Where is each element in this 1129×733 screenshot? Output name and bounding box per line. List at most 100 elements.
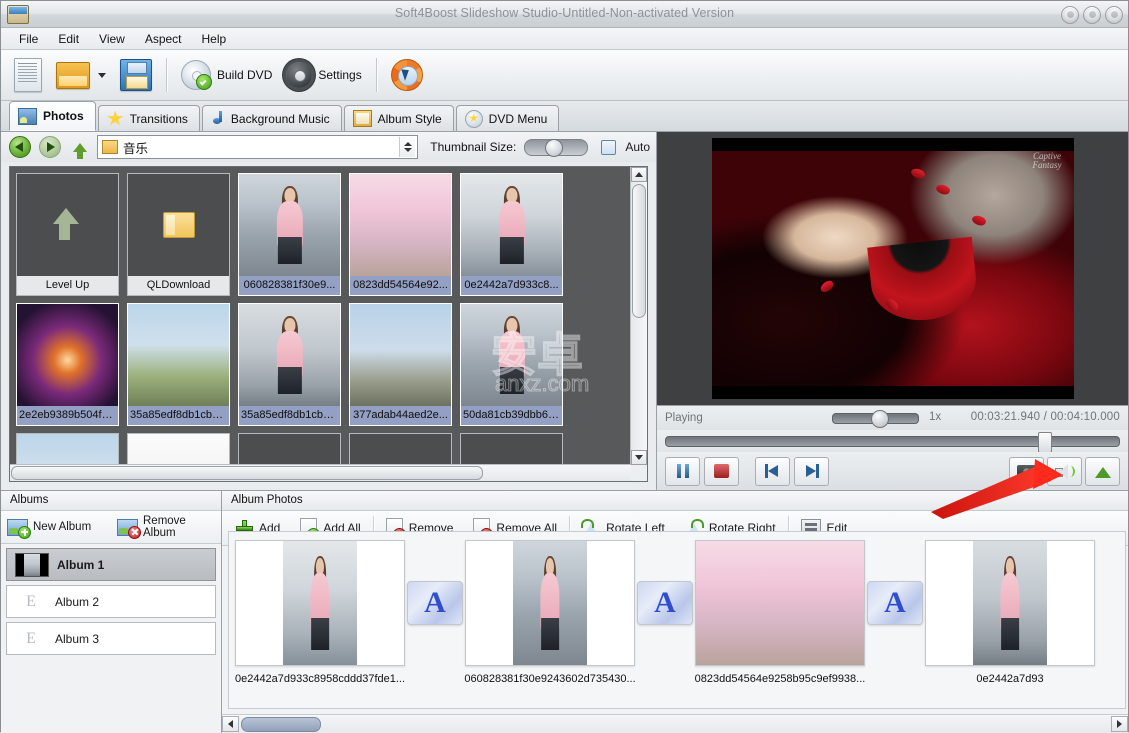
back-button[interactable] bbox=[7, 135, 33, 159]
scrollbar-thumb[interactable] bbox=[632, 184, 646, 318]
file-cell-image[interactable] bbox=[238, 433, 341, 465]
tab-photos-label: Photos bbox=[43, 109, 84, 123]
file-cell-image[interactable]: 35a85edf8db1cb1... bbox=[238, 303, 341, 426]
tab-album-style[interactable]: Album Style bbox=[343, 105, 454, 131]
auto-checkbox[interactable] bbox=[601, 139, 617, 155]
transition-icon[interactable]: A bbox=[637, 581, 693, 625]
chevron-down-icon[interactable] bbox=[98, 72, 106, 78]
album-label: Album 2 bbox=[55, 594, 100, 609]
grid-vertical-scrollbar[interactable] bbox=[630, 167, 647, 465]
save-project-button[interactable] bbox=[113, 54, 159, 96]
file-cell-image[interactable]: 0823dd54564e92... bbox=[349, 173, 452, 296]
eject-button[interactable] bbox=[1085, 457, 1120, 486]
file-cell-image[interactable]: 35a85edf8db1cb1... bbox=[127, 303, 230, 426]
new-album-label: New Album bbox=[33, 521, 92, 533]
file-cell-level-up[interactable]: Level Up bbox=[16, 173, 119, 296]
slide-item[interactable]: 060828381f30e9243602d735430... bbox=[464, 540, 636, 685]
camera-icon bbox=[1017, 464, 1036, 479]
file-cell-image[interactable]: 060828381f30e9... bbox=[238, 173, 341, 296]
album-item-3[interactable]: E Album 3 bbox=[6, 622, 216, 655]
help-button[interactable] bbox=[384, 54, 430, 96]
file-cell-image[interactable] bbox=[460, 433, 563, 465]
album-item-2[interactable]: E Album 2 bbox=[6, 585, 216, 618]
playback-speed-slider[interactable] bbox=[832, 410, 919, 428]
file-cell-image[interactable]: 2e2eb9389b504fc... bbox=[16, 303, 119, 426]
snapshot-button[interactable] bbox=[1009, 457, 1044, 486]
tab-dvd-menu[interactable]: DVD Menu bbox=[455, 105, 560, 131]
player-status: Playing bbox=[665, 412, 703, 424]
forward-button[interactable] bbox=[37, 135, 63, 159]
slide-item[interactable]: 0e2442a7d933c8958cddd37fde1... bbox=[235, 540, 405, 685]
close-button[interactable] bbox=[1105, 6, 1123, 24]
scroll-up-button[interactable] bbox=[631, 167, 647, 182]
thumbnail-image bbox=[350, 434, 451, 465]
file-cell-image[interactable]: 377adab44aed2e... bbox=[349, 303, 452, 426]
scrollbar-track[interactable] bbox=[239, 716, 1111, 732]
slide-name: 0e2442a7d933c8958cddd37fde1... bbox=[234, 673, 406, 685]
next-button[interactable] bbox=[794, 456, 829, 486]
build-dvd-label: Build DVD bbox=[217, 68, 273, 82]
build-dvd-button[interactable]: Build DVD bbox=[174, 54, 279, 96]
file-cell-image[interactable] bbox=[127, 433, 230, 465]
scroll-right-button[interactable] bbox=[1111, 716, 1128, 732]
scrollbar-thumb[interactable] bbox=[11, 466, 483, 480]
maximize-button[interactable] bbox=[1083, 6, 1101, 24]
preview-pane: Captive Fantasy Playing 1x 00:03:21.940 /… bbox=[657, 132, 1128, 490]
remove-album-button[interactable]: Remove Album bbox=[111, 512, 221, 542]
file-cell-image[interactable]: 0e2442a7d933c8... bbox=[460, 173, 563, 296]
stop-icon bbox=[714, 464, 729, 478]
up-button[interactable] bbox=[67, 135, 93, 159]
tab-photos[interactable]: Photos bbox=[9, 101, 96, 131]
photos-icon bbox=[18, 107, 37, 125]
transition-slot[interactable]: A bbox=[865, 540, 925, 666]
disc-check-icon bbox=[181, 60, 212, 90]
grid-horizontal-scrollbar[interactable] bbox=[10, 464, 631, 481]
transition-slot[interactable]: A bbox=[405, 540, 465, 666]
album-icon bbox=[352, 110, 372, 127]
menu-help[interactable]: Help bbox=[192, 30, 237, 48]
menu-aspect[interactable]: Aspect bbox=[135, 30, 192, 48]
tab-transitions[interactable]: Transitions bbox=[97, 105, 200, 131]
thumbnail-image bbox=[239, 174, 340, 276]
file-cell-image[interactable] bbox=[16, 433, 119, 465]
file-cell-image[interactable] bbox=[349, 433, 452, 465]
open-project-button[interactable] bbox=[49, 54, 113, 96]
scroll-left-button[interactable] bbox=[222, 716, 239, 732]
new-album-button[interactable]: New Album bbox=[1, 512, 111, 542]
previous-button[interactable] bbox=[755, 456, 790, 486]
picture-remove-icon bbox=[117, 518, 141, 539]
file-cell-folder[interactable]: QLDownload bbox=[127, 173, 230, 296]
seek-slider[interactable] bbox=[665, 431, 1120, 453]
scroll-down-button[interactable] bbox=[631, 450, 647, 465]
scrollbar-thumb[interactable] bbox=[241, 717, 321, 732]
stop-button[interactable] bbox=[704, 456, 739, 486]
path-spinner[interactable] bbox=[399, 137, 416, 157]
slide-item[interactable]: 0e2442a7d93 bbox=[925, 540, 1095, 685]
pause-button[interactable] bbox=[665, 456, 700, 486]
seek-knob[interactable] bbox=[1038, 431, 1052, 453]
folder-icon bbox=[56, 61, 90, 89]
volume-button[interactable] bbox=[1047, 457, 1082, 486]
speed-knob[interactable] bbox=[871, 410, 889, 428]
path-combobox[interactable]: 音乐 bbox=[97, 135, 419, 159]
album-list: Album 1 E Album 2 E Album 3 bbox=[1, 544, 221, 663]
album-item-1[interactable]: Album 1 bbox=[6, 548, 216, 581]
gear-icon bbox=[286, 62, 313, 88]
new-project-button[interactable] bbox=[7, 54, 49, 96]
thumbnail-size-slider[interactable] bbox=[524, 138, 589, 157]
menu-edit[interactable]: Edit bbox=[48, 30, 89, 48]
tab-background-music[interactable]: Background Music bbox=[201, 105, 342, 131]
file-cell-image[interactable]: 50da81cb39dbb6f... bbox=[460, 303, 563, 426]
back-arrow-icon bbox=[9, 136, 31, 158]
transition-slot[interactable]: A bbox=[635, 540, 695, 666]
strip-horizontal-scrollbar[interactable] bbox=[222, 714, 1128, 733]
transition-icon[interactable]: A bbox=[407, 581, 463, 625]
settings-button[interactable]: Settings bbox=[279, 54, 368, 96]
menu-view[interactable]: View bbox=[89, 30, 135, 48]
menu-file[interactable]: File bbox=[9, 30, 48, 48]
transition-icon[interactable]: A bbox=[867, 581, 923, 625]
video-preview[interactable]: Captive Fantasy bbox=[657, 132, 1128, 405]
slide-item[interactable]: 0823dd54564e9258b95c9ef9938... bbox=[695, 540, 865, 685]
minimize-button[interactable] bbox=[1061, 6, 1079, 24]
slider-knob[interactable] bbox=[545, 138, 564, 157]
